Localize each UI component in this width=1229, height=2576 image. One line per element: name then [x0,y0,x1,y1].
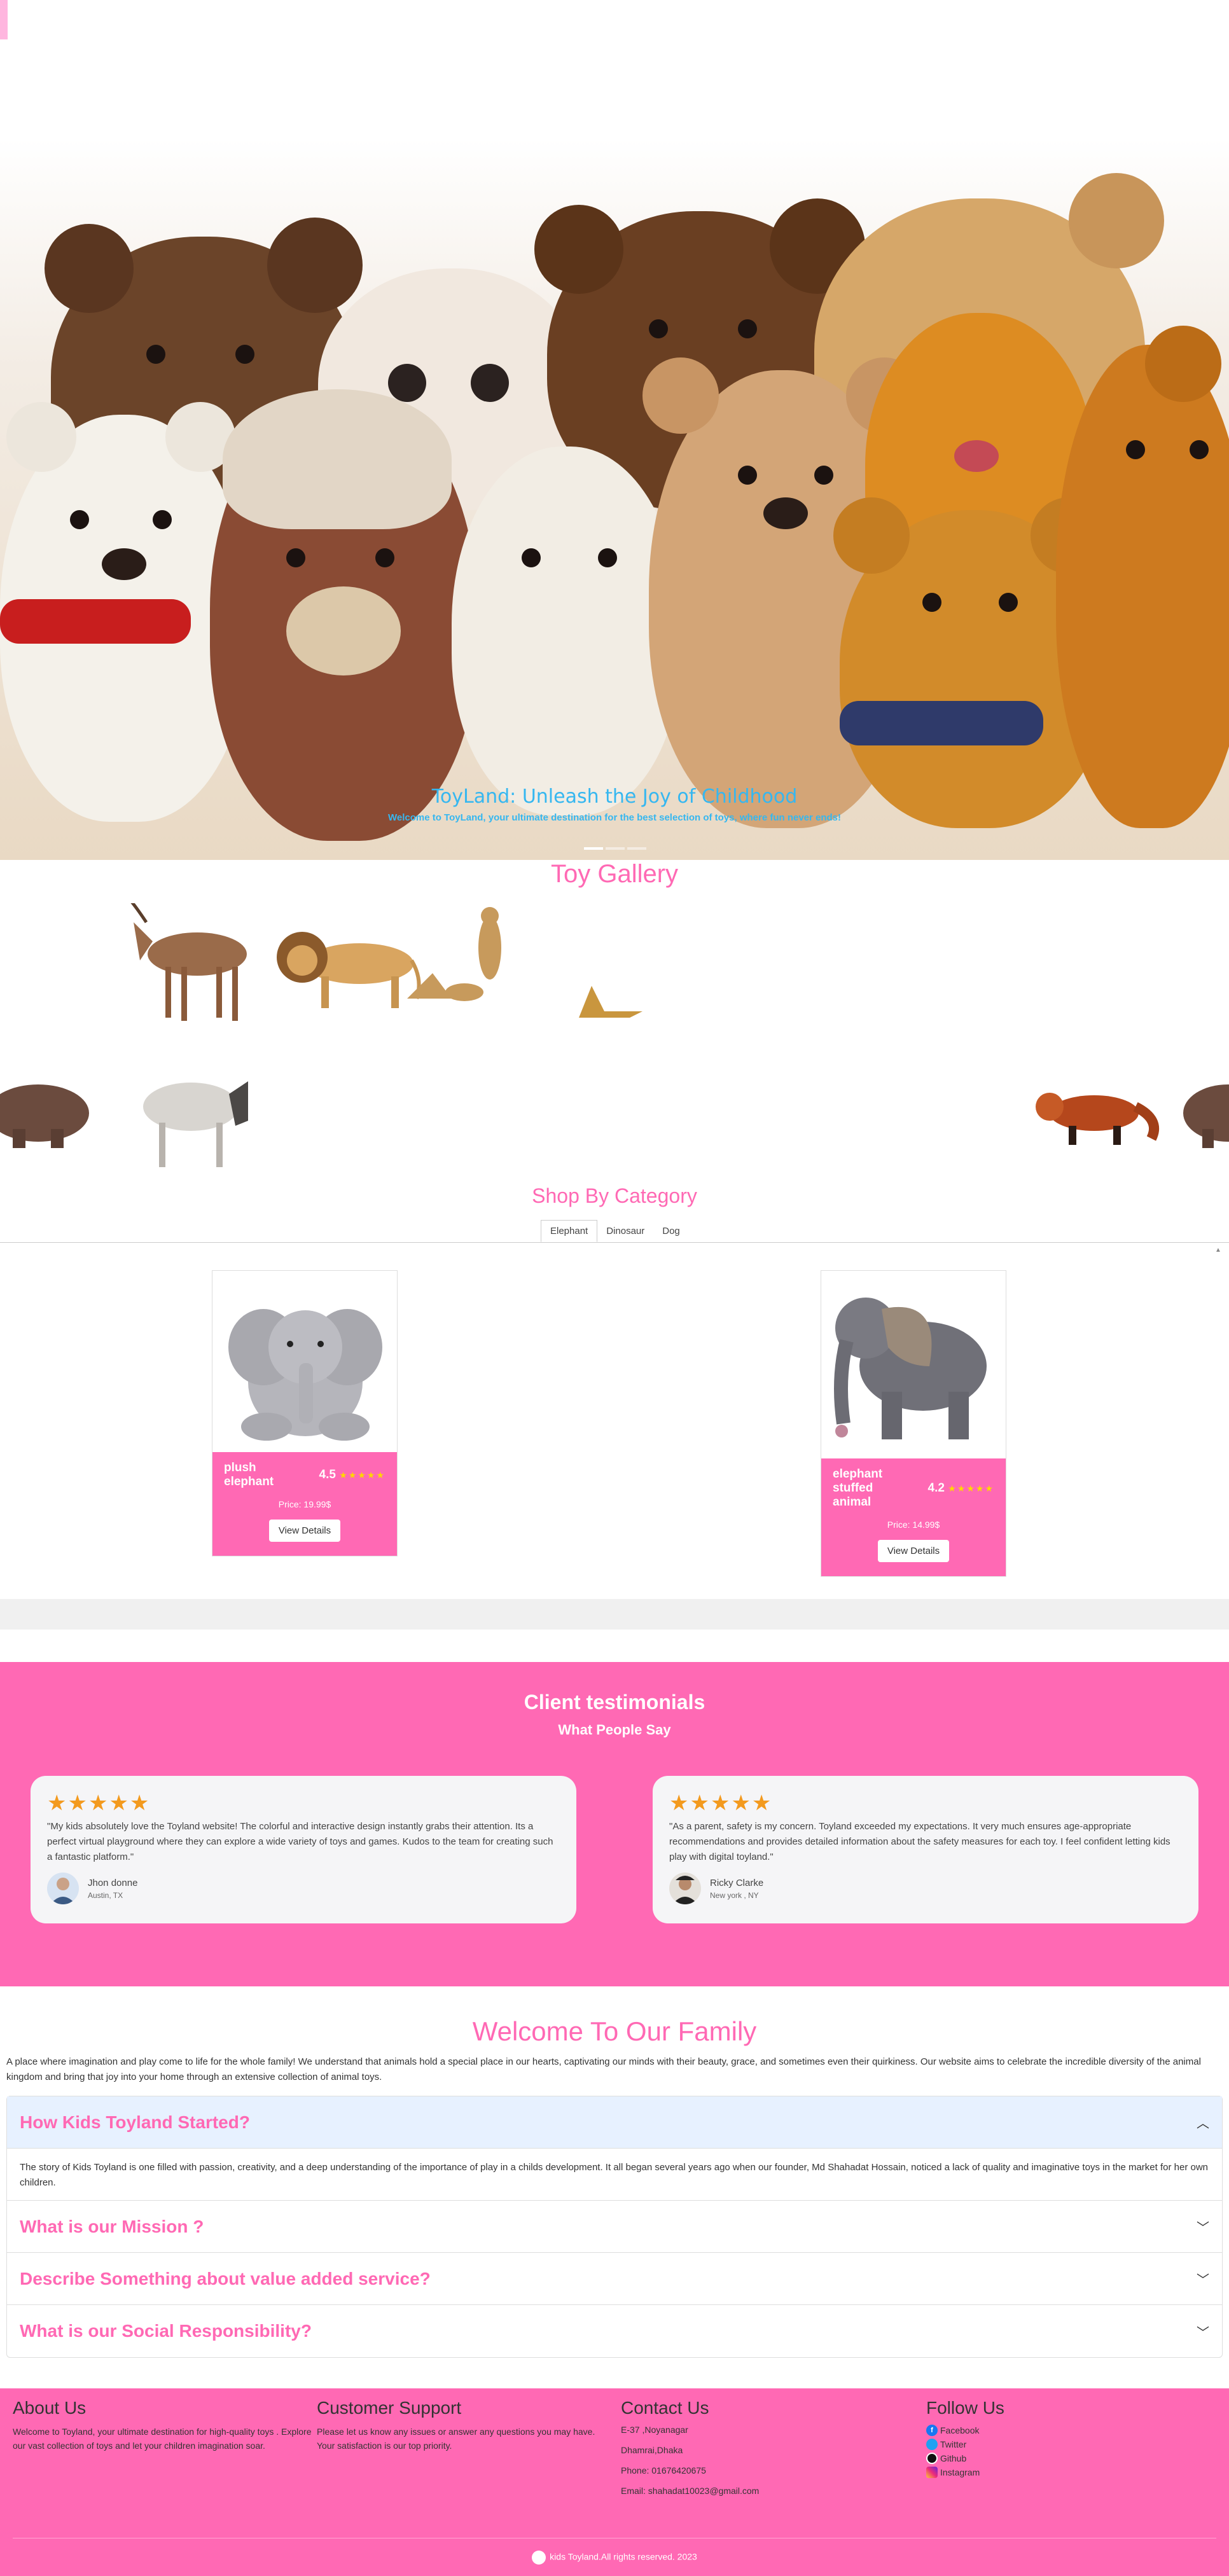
chevron-down-icon: ﹀ [1197,2221,1209,2235]
testimonials-subtitle: What People Say [558,1722,671,1738]
logo[interactable] [0,0,8,39]
footer-logo-icon [532,2551,546,2565]
tab-dinosaur[interactable]: Dinosaur [597,1221,653,1242]
hero-subtitle: Welcome to ToyLand, your ultimate destin… [387,812,842,823]
testimonials-title: Client testimonials [524,1691,705,1714]
accordion-item-social[interactable]: What is our Social Responsibility? ﹀ [7,2305,1222,2357]
product-card: plush elephant 4.5 ★★★★★ Price: 19.99$ V… [212,1270,398,1556]
contact-email[interactable]: Email: shahadat10023@gmail.com [621,2486,907,2496]
instagram-icon [926,2467,938,2478]
hero-carousel [0,39,1229,860]
vertical-scrollbar[interactable]: ▲ [1215,1247,1225,1596]
gallery-image-meerkat-small[interactable] [566,973,649,1024]
social-twitter[interactable]: Twitter [926,2439,1212,2450]
gallery-image-hippo-right[interactable] [1183,1069,1229,1158]
gallery-image-meerkat[interactable] [394,903,522,1018]
category-panel [0,1243,1229,1599]
footer-contact-title: Contact Us [621,2398,709,2418]
horizontal-scrollbar[interactable] [0,1599,1229,1630]
star-rating-icon: ★★★★★ [47,1791,151,1815]
copyright: kids Toyland.All rights reserved. 2023 [0,2551,1229,2565]
faq-accordion: How Kids Toyland Started? ︿ The story of … [6,2096,1223,2358]
testimonial-text: "As a parent, safety is my concern. Toyl… [669,1821,1170,1862]
footer-support-text: Please let us know any issues or answer … [317,2427,595,2451]
top-navbar [0,0,1229,39]
product-rating: 4.2 ★★★★★ [927,1481,994,1495]
testimonial-text: "My kids absolutely love the Toyland web… [47,1821,553,1862]
carousel-indicators[interactable] [584,841,654,850]
testimonial-location: New york , NY [710,1890,759,1900]
chevron-up-icon: ︿ [1197,2117,1209,2131]
chevron-down-icon: ﹀ [1197,2273,1209,2287]
testimonial-name: Ricky Clarke [710,1877,764,1888]
product-name: elephant stuffed animal [833,1467,883,1509]
tab-elephant[interactable]: Elephant [541,1220,598,1242]
gallery-image-kudu[interactable] [121,903,261,1030]
category-tabs: Elephant Dinosaur Dog [541,1220,689,1243]
family-description: A place where imagination and play come … [6,2056,1201,2082]
view-details-button[interactable]: View Details [269,1519,340,1542]
family-title: Welcome To Our Family [472,2016,757,2046]
testimonial-location: Austin, TX [88,1890,123,1900]
product-image-plush-elephant [212,1271,397,1452]
footer-about-title: About Us [13,2398,87,2418]
gallery-image-hippo-left[interactable] [0,1069,89,1158]
testimonial-card: ★★★★★ "As a parent, safety is my concern… [653,1776,1198,1923]
rating-stars-icon: ★★★★★ [948,1483,994,1493]
bear-orange-right [1056,326,1229,828]
white-lamb [452,447,681,815]
star-rating-icon: ★★★★★ [669,1791,773,1815]
product-price: Price: 14.99$ [887,1519,940,1530]
footer-support-title: Customer Support [317,2398,462,2418]
social-facebook[interactable]: f Facebook [926,2425,1212,2436]
tab-dog[interactable]: Dog [653,1221,689,1242]
footer-about-text: Welcome to Toyland, your ultimate destin… [13,2427,312,2451]
facebook-icon: f [926,2425,938,2436]
avatar [669,1873,701,1904]
testimonial-name: Jhon donne [88,1877,138,1888]
product-card: elephant stuffed animal 4.2 ★★★★★ Price:… [821,1270,1006,1577]
footer-about: About Us Welcome to Toyland, your ultima… [13,2398,312,2453]
footer-contact: Contact Us E-37 ,Noyanagar Dhamrai,Dhaka… [621,2398,907,2506]
product-image-elephant-stuffed [821,1271,1006,1458]
accordion-item-started[interactable]: How Kids Toyland Started? ︿ [7,2096,1222,2149]
accordion-body: The story of Kids Toyland is one filled … [7,2149,1222,2201]
hero-title: ToyLand: Unleash the Joy of Childhood [431,786,798,808]
view-details-button[interactable]: View Details [878,1539,949,1562]
bear-knit-hat [210,389,477,841]
footer-follow: Follow Us f Facebook Twitter Github Insta… [926,2398,1212,2481]
rating-stars-icon: ★★★★★ [339,1469,385,1480]
accordion-item-mission[interactable]: What is our Mission ? ﹀ [7,2201,1222,2253]
social-instagram[interactable]: Instagram [926,2467,1212,2478]
gallery-image-wildebeest[interactable] [121,1062,248,1170]
chevron-down-icon: ﹀ [1197,2325,1209,2340]
product-name: plush elephant [224,1461,274,1488]
contact-city: Dhamrai,Dhaka [621,2445,683,2455]
social-github[interactable]: Github [926,2453,1212,2464]
product-price: Price: 19.99$ [278,1499,331,1509]
footer-support: Customer Support Please let us know any … [317,2398,603,2453]
contact-phone: Phone: 01676420675 [621,2465,706,2476]
twitter-icon [926,2439,938,2450]
category-title: Shop By Category [532,1184,697,1207]
product-rating: 4.5 ★★★★★ [319,1467,385,1481]
avatar [47,1873,79,1904]
gallery-image-red-panda[interactable] [1024,1081,1164,1151]
gallery-title: Toy Gallery [550,860,679,888]
accordion-item-service[interactable]: Describe Something about value added ser… [7,2253,1222,2305]
footer-follow-title: Follow Us [926,2398,1004,2418]
contact-address: E-37 ,Noyanagar [621,2425,688,2435]
testimonial-card: ★★★★★ "My kids absolutely love the Toyla… [31,1776,576,1923]
github-icon [926,2453,938,2464]
